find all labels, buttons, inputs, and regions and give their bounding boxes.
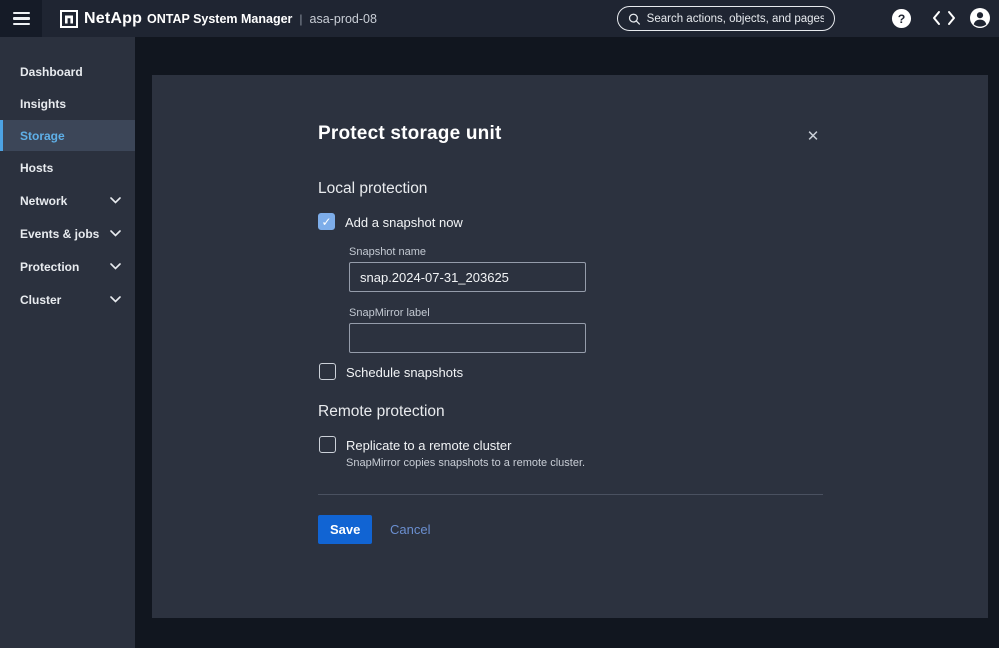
schedule-snapshots-label: Schedule snapshots xyxy=(346,365,463,380)
sidebar-item-label: Storage xyxy=(20,129,65,143)
chevron-down-icon xyxy=(110,296,121,303)
schedule-snapshots-row: Schedule snapshots xyxy=(319,363,463,380)
replicate-row: Replicate to a remote cluster xyxy=(319,436,511,453)
cluster-name: asa-prod-08 xyxy=(310,12,377,26)
sidebar-item-label: Insights xyxy=(20,97,66,111)
sidebar-item-label: Dashboard xyxy=(20,65,83,79)
add-snapshot-label: Add a snapshot now xyxy=(345,215,463,230)
netapp-logo-icon xyxy=(60,10,78,28)
sidebar-item-label: Cluster xyxy=(20,293,61,307)
sidebar-item-network[interactable]: Network xyxy=(0,185,135,216)
sidebar-item-label: Hosts xyxy=(20,161,53,175)
dialog-title: Protect storage unit xyxy=(318,123,501,145)
search-input[interactable] xyxy=(647,13,824,25)
search-icon xyxy=(628,12,641,26)
brand: NetApp xyxy=(60,0,142,37)
main-content: Protect storage unit ✕ Local protection … xyxy=(135,37,999,648)
svg-text:?: ? xyxy=(897,11,905,25)
schedule-snapshots-checkbox[interactable] xyxy=(319,363,336,380)
hamburger-menu-icon[interactable] xyxy=(0,0,42,37)
user-account-icon[interactable] xyxy=(969,7,991,29)
help-icon[interactable]: ? xyxy=(890,7,912,29)
chevron-down-icon xyxy=(110,230,121,237)
sidebar-item-label: Events & jobs xyxy=(20,227,99,241)
cancel-button[interactable]: Cancel xyxy=(390,522,430,537)
sidebar-item-hosts[interactable]: Hosts xyxy=(0,152,135,183)
app-window: NetApp ONTAP System Manager | asa-prod-0… xyxy=(0,0,999,648)
save-button[interactable]: Save xyxy=(318,515,372,544)
close-icon[interactable]: ✕ xyxy=(802,125,824,147)
chevron-down-icon xyxy=(110,197,121,204)
brand-name: NetApp xyxy=(84,10,142,28)
snapmirror-label-input[interactable] xyxy=(349,323,586,353)
sidebar-item-cluster[interactable]: Cluster xyxy=(0,284,135,315)
top-bar: NetApp ONTAP System Manager | asa-prod-0… xyxy=(0,0,999,37)
code-console-icon[interactable] xyxy=(930,7,958,29)
app-title: ONTAP System Manager | asa-prod-08 xyxy=(147,0,377,37)
replicate-checkbox[interactable] xyxy=(319,436,336,453)
sidebar-item-storage[interactable]: Storage xyxy=(0,120,135,151)
footer-divider xyxy=(318,494,823,495)
sidebar-item-events-jobs[interactable]: Events & jobs xyxy=(0,218,135,249)
snapshot-name-label: Snapshot name xyxy=(349,246,426,258)
app-title-text: ONTAP System Manager xyxy=(147,12,292,26)
sidebar-item-label: Network xyxy=(20,194,67,208)
add-snapshot-row: ✓ Add a snapshot now xyxy=(318,213,463,230)
sidebar-item-protection[interactable]: Protection xyxy=(0,251,135,282)
title-separator: | xyxy=(299,12,302,26)
sidebar-item-insights[interactable]: Insights xyxy=(0,88,135,119)
global-search[interactable] xyxy=(617,6,835,31)
snapshot-name-input[interactable] xyxy=(349,262,586,292)
replicate-description: SnapMirror copies snapshots to a remote … xyxy=(346,457,585,469)
replicate-label: Replicate to a remote cluster xyxy=(346,438,511,453)
sidebar-item-label: Protection xyxy=(20,260,79,274)
local-protection-heading: Local protection xyxy=(318,180,427,198)
add-snapshot-checkbox[interactable]: ✓ xyxy=(318,213,335,230)
snapmirror-label-label: SnapMirror label xyxy=(349,307,430,319)
sidebar-nav: Dashboard Insights Storage Hosts Network… xyxy=(0,37,135,648)
protect-storage-unit-dialog: Protect storage unit ✕ Local protection … xyxy=(152,75,988,618)
chevron-down-icon xyxy=(110,263,121,270)
sidebar-item-dashboard[interactable]: Dashboard xyxy=(0,56,135,87)
remote-protection-heading: Remote protection xyxy=(318,403,445,421)
